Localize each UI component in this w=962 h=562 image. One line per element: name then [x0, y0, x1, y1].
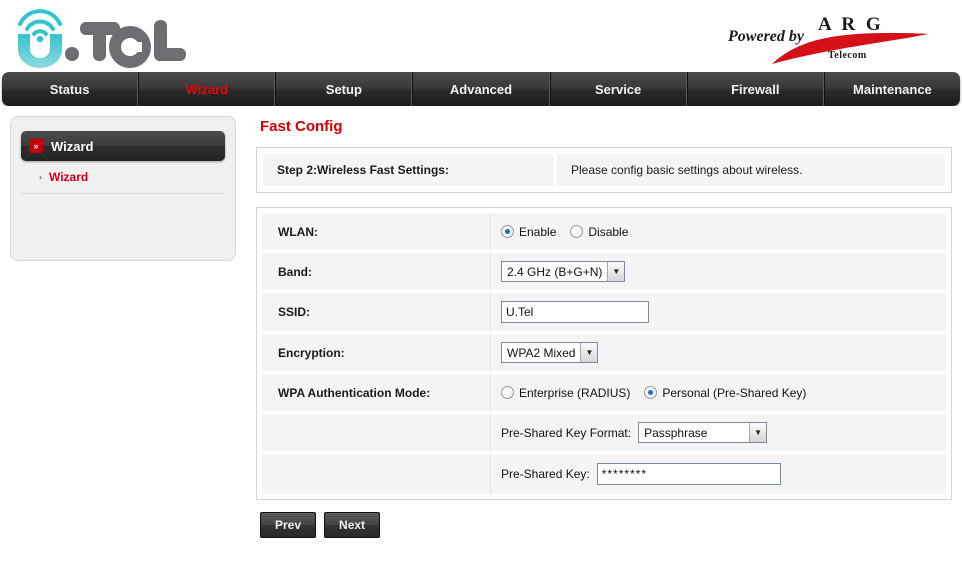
psk-value: Pre-Shared Key: — [490, 454, 946, 494]
utel-logo-svg — [8, 2, 198, 68]
sidebar-item-wizard[interactable]: › Wizard — [21, 161, 225, 194]
nav-label: Maintenance — [853, 82, 932, 97]
letter-l-foot — [154, 48, 186, 61]
encryption-select[interactable]: WPA2 Mixed ▼ — [501, 342, 598, 363]
chevron-down-icon[interactable]: ▼ — [580, 343, 597, 362]
encryption-label: Encryption: — [262, 334, 490, 371]
wizard-button-bar: Prev Next — [256, 512, 952, 538]
chevron-right-icon: › — [39, 172, 42, 182]
band-select-value: 2.4 GHz (B+G+N) — [502, 262, 607, 281]
form-row-wlan: WLAN: Enable Disable — [262, 213, 946, 253]
nav-item-firewall[interactable]: Firewall — [687, 72, 824, 106]
step-description: Please config basic settings about wirel… — [557, 154, 945, 186]
main-navigation: Status Wizard Setup Advanced Service Fir… — [2, 72, 960, 106]
sidebar: » Wizard › Wizard — [10, 116, 236, 261]
psk-format-select-value: Passphrase — [639, 423, 749, 442]
wpa-personal-label: Personal (Pre-Shared Key) — [662, 386, 806, 400]
page-body: » Wizard › Wizard Fast Config Step 2:Wir… — [0, 106, 962, 562]
form-row-ssid: SSID: — [262, 293, 946, 334]
letter-dot — [65, 47, 79, 61]
wlan-label: WLAN: — [262, 213, 490, 250]
wpa-personal-radio[interactable] — [644, 386, 657, 399]
band-select[interactable]: 2.4 GHz (B+G+N) ▼ — [501, 261, 625, 282]
wpa-enterprise-label: Enterprise (RADIUS) — [519, 386, 630, 400]
sidebar-section-label: Wizard — [51, 139, 94, 154]
utel-logo — [8, 2, 198, 68]
form-row-band: Band: 2.4 GHz (B+G+N) ▼ — [262, 253, 946, 293]
wlan-disable-option[interactable]: Disable — [570, 225, 628, 239]
nav-label: Wizard — [185, 82, 228, 97]
wireless-settings-form: WLAN: Enable Disable Band: — [256, 207, 952, 500]
nav-label: Status — [50, 82, 90, 97]
psk-format-spacer — [262, 414, 490, 451]
nav-label: Advanced — [450, 82, 512, 97]
sidebar-section-wizard[interactable]: » Wizard — [21, 131, 225, 161]
wlan-value: Enable Disable — [490, 213, 946, 250]
psk-format-value: Pre-Shared Key Format: Passphrase ▼ — [490, 414, 946, 451]
nav-item-service[interactable]: Service — [550, 72, 687, 106]
nav-item-status[interactable]: Status — [2, 72, 138, 106]
chevron-down-icon[interactable]: ▼ — [749, 423, 766, 442]
psk-format-label: Pre-Shared Key Format: — [501, 426, 631, 440]
page-header: Powered by A R G Telecom — [0, 0, 962, 72]
partner-logo: A R G Telecom — [724, 10, 944, 62]
ssid-input[interactable] — [501, 301, 649, 323]
psk-spacer — [262, 454, 490, 494]
wpa-auth-mode-value: Enterprise (RADIUS) Personal (Pre-Shared… — [490, 374, 946, 411]
psk-format-select[interactable]: Passphrase ▼ — [638, 422, 767, 443]
wlan-enable-radio[interactable] — [501, 225, 514, 238]
nav-item-wizard[interactable]: Wizard — [138, 72, 275, 106]
step-panel: Step 2:Wireless Fast Settings: Please co… — [256, 147, 952, 193]
main-content: Fast Config Step 2:Wireless Fast Setting… — [256, 116, 952, 562]
letter-t-stem — [93, 28, 106, 61]
nav-label: Setup — [326, 82, 362, 97]
psk-label: Pre-Shared Key: — [501, 467, 590, 481]
nav-label: Service — [595, 82, 641, 97]
chevron-down-icon[interactable]: ▼ — [607, 262, 624, 281]
step-label: Step 2:Wireless Fast Settings: — [263, 154, 553, 186]
wlan-disable-label: Disable — [588, 225, 628, 239]
wpa-auth-mode-label: WPA Authentication Mode: — [262, 374, 490, 411]
wpa-enterprise-radio[interactable] — [501, 386, 514, 399]
nav-item-advanced[interactable]: Advanced — [412, 72, 549, 106]
form-row-psk: Pre-Shared Key: — [262, 454, 946, 494]
page-title: Fast Config — [260, 118, 952, 135]
sidebar-item-label: Wizard — [49, 170, 88, 184]
form-row-encryption: Encryption: WPA2 Mixed ▼ — [262, 334, 946, 374]
nav-item-setup[interactable]: Setup — [275, 72, 412, 106]
ssid-label: SSID: — [262, 293, 490, 331]
partner-sub: Telecom — [828, 50, 867, 61]
wpa-personal-option[interactable]: Personal (Pre-Shared Key) — [644, 386, 806, 400]
encryption-select-value: WPA2 Mixed — [502, 343, 580, 362]
ssid-value — [490, 293, 946, 331]
next-button[interactable]: Next — [324, 512, 380, 538]
encryption-value: WPA2 Mixed ▼ — [490, 334, 946, 371]
wlan-enable-label: Enable — [519, 225, 556, 239]
wlan-enable-option[interactable]: Enable — [501, 225, 556, 239]
wpa-enterprise-option[interactable]: Enterprise (RADIUS) — [501, 386, 630, 400]
nav-item-maintenance[interactable]: Maintenance — [824, 72, 960, 106]
psk-input[interactable] — [597, 463, 781, 485]
red-arrow-icon: » — [29, 139, 43, 153]
form-row-wpa-auth-mode: WPA Authentication Mode: Enterprise (RAD… — [262, 374, 946, 414]
nav-label: Firewall — [731, 82, 779, 97]
prev-button[interactable]: Prev — [260, 512, 316, 538]
band-value: 2.4 GHz (B+G+N) ▼ — [490, 253, 946, 290]
form-row-psk-format: Pre-Shared Key Format: Passphrase ▼ — [262, 414, 946, 454]
band-label: Band: — [262, 253, 490, 290]
wlan-disable-radio[interactable] — [570, 225, 583, 238]
